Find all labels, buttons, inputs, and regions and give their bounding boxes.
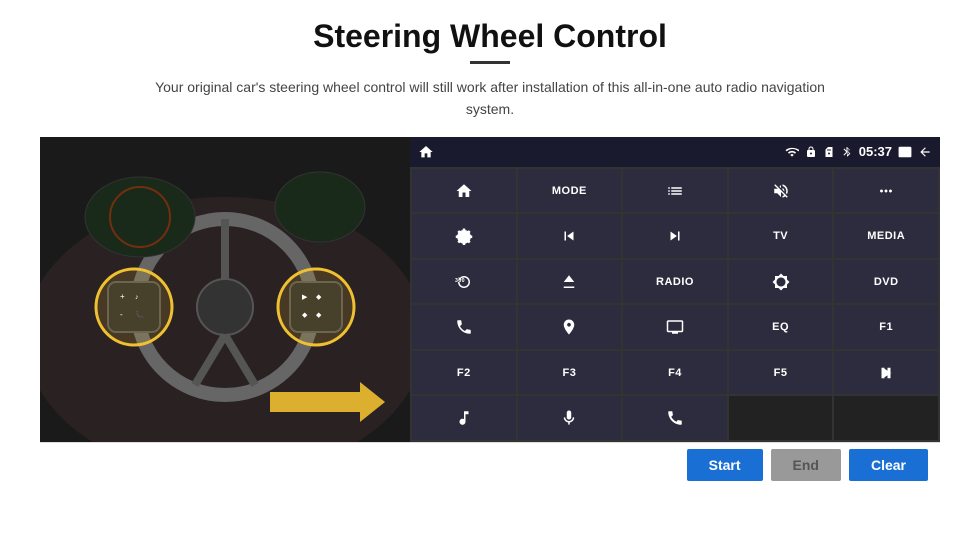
mute-btn[interactable] <box>729 169 833 213</box>
bluetooth-icon <box>841 146 853 158</box>
apps-btn[interactable] <box>834 169 938 213</box>
svg-text:♪: ♪ <box>135 294 139 301</box>
page-subtitle: Your original car's steering wheel contr… <box>140 76 840 121</box>
eq-btn[interactable]: EQ <box>729 305 833 349</box>
360-btn[interactable]: 360 <box>412 260 516 304</box>
f4-btn[interactable]: F4 <box>623 351 727 395</box>
start-button[interactable]: Start <box>687 449 763 481</box>
prev-btn[interactable] <box>518 214 622 258</box>
status-right: 05:37 <box>785 144 932 159</box>
media-btn[interactable]: MEDIA <box>834 214 938 258</box>
tv-btn[interactable]: TV <box>729 214 833 258</box>
svg-text:◆: ◆ <box>316 294 322 301</box>
answer-end-btn[interactable] <box>623 396 727 440</box>
svg-text:-: - <box>120 310 123 319</box>
wifi-icon <box>785 145 799 159</box>
nav-btn[interactable] <box>518 305 622 349</box>
dvd-btn[interactable]: DVD <box>834 260 938 304</box>
brightness-btn[interactable] <box>729 260 833 304</box>
f2-btn[interactable]: F2 <box>412 351 516 395</box>
display-icon <box>898 145 912 159</box>
f5-btn[interactable]: F5 <box>729 351 833 395</box>
content-row: + - ♪ 📞 ▶ ◆ ◆ ◆ <box>40 137 940 442</box>
clear-button[interactable]: Clear <box>849 449 928 481</box>
svg-text:▶: ▶ <box>302 294 308 301</box>
empty-btn-1 <box>729 396 833 440</box>
music-btn[interactable] <box>412 396 516 440</box>
next-btn[interactable] <box>623 214 727 258</box>
settings-btn[interactable] <box>412 214 516 258</box>
svg-text:◆: ◆ <box>302 312 308 319</box>
eject-btn[interactable] <box>518 260 622 304</box>
svg-text:+: + <box>120 292 125 301</box>
bottom-bar: Start End Clear <box>40 442 940 488</box>
list-btn[interactable] <box>623 169 727 213</box>
home-status-icon <box>418 144 434 160</box>
home-btn[interactable] <box>412 169 516 213</box>
svg-text:📞: 📞 <box>135 310 144 319</box>
mode-btn[interactable]: MODE <box>518 169 622 213</box>
back-icon <box>918 145 932 159</box>
button-grid: MODE TV <box>410 167 940 442</box>
status-bar: 05:37 <box>410 137 940 167</box>
status-left <box>418 144 434 160</box>
mic-btn[interactable] <box>518 396 622 440</box>
f1-btn[interactable]: F1 <box>834 305 938 349</box>
car-image: + - ♪ 📞 ▶ ◆ ◆ ◆ <box>40 137 410 442</box>
play-pause-btn[interactable] <box>834 351 938 395</box>
control-panel: 05:37 MODE <box>410 137 940 442</box>
phone-btn[interactable] <box>412 305 516 349</box>
empty-btn-2 <box>834 396 938 440</box>
title-divider <box>470 61 510 64</box>
svg-text:◆: ◆ <box>316 312 322 319</box>
page-title: Steering Wheel Control <box>313 18 667 55</box>
f3-btn[interactable]: F3 <box>518 351 622 395</box>
page: Steering Wheel Control Your original car… <box>0 0 980 544</box>
radio-btn[interactable]: RADIO <box>623 260 727 304</box>
screen-btn[interactable] <box>623 305 727 349</box>
bottom-wrapper: Start End Clear <box>40 442 940 488</box>
end-button[interactable]: End <box>771 449 841 481</box>
status-time: 05:37 <box>859 144 892 159</box>
lock-icon <box>805 146 817 158</box>
sim-icon <box>823 146 835 158</box>
